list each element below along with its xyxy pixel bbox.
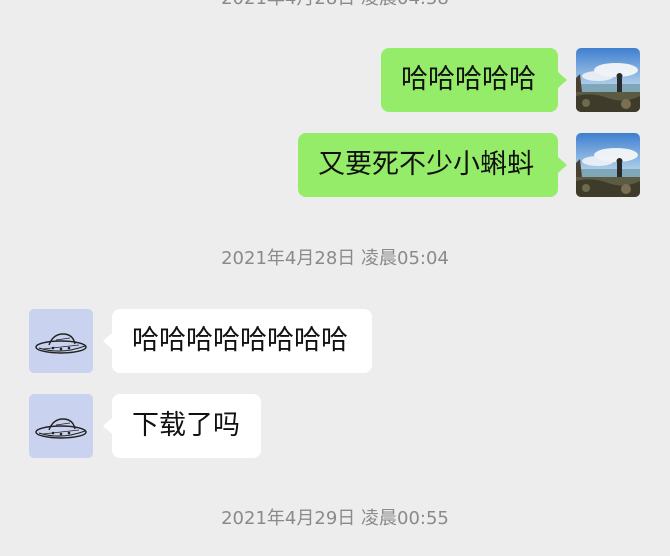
timestamp: 2021年4月28日 凌晨05:04 [221, 248, 449, 269]
bubble-tail [103, 333, 112, 349]
timestamp: 2021年4月29日 凌晨00:55 [221, 508, 449, 529]
bubble-tail [558, 157, 567, 173]
bubble-tail [103, 418, 112, 434]
bubble-tail [558, 72, 567, 88]
incoming-message[interactable]: 下载了吗 [112, 394, 261, 458]
self-avatar[interactable] [576, 48, 640, 112]
landscape-photo-avatar-icon [576, 48, 640, 112]
outgoing-message[interactable]: 哈哈哈哈哈 [381, 48, 558, 112]
landscape-photo-avatar-icon [576, 133, 640, 197]
timestamp: 2021年4月28日 凌晨04:58 [0, 0, 670, 10]
contact-avatar[interactable] [29, 394, 93, 458]
contact-avatar[interactable] [29, 309, 93, 373]
outgoing-message[interactable]: 又要死不少小蝌蚪 [298, 133, 558, 197]
self-avatar[interactable] [576, 133, 640, 197]
ufo-drawing-avatar-icon [29, 394, 93, 458]
incoming-message[interactable]: 哈哈哈哈哈哈哈哈 [112, 309, 372, 373]
ufo-drawing-avatar-icon [29, 309, 93, 373]
